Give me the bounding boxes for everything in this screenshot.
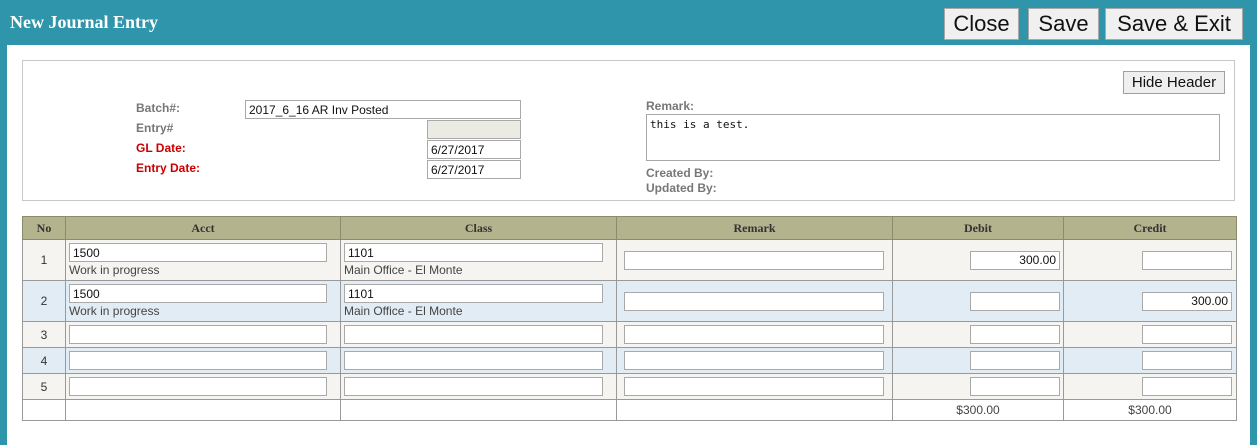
acct-cell <box>65 321 341 348</box>
credit-cell <box>1063 373 1237 400</box>
column-header-credit: Credit <box>1063 216 1237 240</box>
acct-description: Work in progress <box>69 304 160 318</box>
acct-input[interactable] <box>69 325 327 344</box>
column-header-class: Class <box>340 216 617 240</box>
class-input[interactable] <box>344 243 603 262</box>
debit-input[interactable] <box>970 325 1060 344</box>
class-input[interactable] <box>344 284 603 303</box>
line-remark-input[interactable] <box>624 351 884 370</box>
totals-spacer <box>65 399 341 421</box>
save-exit-button[interactable]: Save & Exit <box>1105 8 1243 40</box>
acct-cell: Work in progress <box>65 280 341 322</box>
debit-cell <box>892 347 1064 374</box>
remark-cell <box>616 280 893 322</box>
remark-cell <box>616 239 893 281</box>
page-title: New Journal Entry <box>10 12 158 32</box>
entry-date-input[interactable] <box>427 160 521 179</box>
credit-input[interactable] <box>1142 377 1232 396</box>
acct-cell: Work in progress <box>65 239 341 281</box>
table-row: 3 <box>22 321 1237 348</box>
created-by-label: Created By: <box>646 166 714 180</box>
line-remark-input[interactable] <box>624 377 884 396</box>
column-header-debit: Debit <box>892 216 1064 240</box>
totals-row: $300.00 $300.00 <box>22 399 1237 421</box>
column-header-acct: Acct <box>65 216 341 240</box>
row-number: 1 <box>22 239 66 281</box>
debit-input[interactable] <box>970 291 1060 311</box>
class-cell: Main Office - El Monte <box>340 239 617 281</box>
debit-cell <box>892 280 1064 322</box>
column-header-remark: Remark <box>616 216 893 240</box>
total-debit: $300.00 <box>892 399 1064 421</box>
class-input[interactable] <box>344 351 603 370</box>
debit-input[interactable] <box>970 351 1060 370</box>
credit-cell <box>1063 321 1237 348</box>
gl-date-label: GL Date: <box>136 141 186 155</box>
line-remark-input[interactable] <box>624 250 884 270</box>
row-number: 4 <box>22 347 66 374</box>
table-row: 5 <box>22 373 1237 400</box>
acct-input[interactable] <box>69 351 327 370</box>
credit-input[interactable] <box>1142 325 1232 344</box>
line-remark-input[interactable] <box>624 291 884 311</box>
debit-cell <box>892 239 1064 281</box>
entry-label: Entry# <box>136 121 174 135</box>
acct-input[interactable] <box>69 377 327 396</box>
table-row: 1 Work in progress Main Office - El Mont… <box>22 239 1237 281</box>
class-description: Main Office - El Monte <box>344 263 463 277</box>
entry-date-label: Entry Date: <box>136 161 201 175</box>
class-cell: Main Office - El Monte <box>340 280 617 322</box>
credit-cell <box>1063 239 1237 281</box>
acct-cell <box>65 347 341 374</box>
totals-spacer <box>340 399 617 421</box>
hide-header-button[interactable]: Hide Header <box>1123 71 1225 94</box>
remark-cell <box>616 373 893 400</box>
row-number: 2 <box>22 280 66 322</box>
class-cell <box>340 347 617 374</box>
batch-input[interactable] <box>245 100 521 119</box>
acct-input[interactable] <box>69 284 327 303</box>
column-header-no: No <box>22 216 66 240</box>
table-header-row: No Acct Class Remark Debit Credit <box>22 216 1237 240</box>
title-bar: New Journal Entry Close Save Save & Exit <box>0 0 1257 45</box>
class-input[interactable] <box>344 377 603 396</box>
credit-cell <box>1063 347 1237 374</box>
totals-spacer <box>616 399 893 421</box>
class-cell <box>340 321 617 348</box>
credit-cell <box>1063 280 1237 322</box>
table-row: 4 <box>22 347 1237 374</box>
line-remark-input[interactable] <box>624 325 884 344</box>
credit-input[interactable] <box>1142 250 1232 270</box>
remark-label: Remark: <box>646 99 695 113</box>
batch-label: Batch#: <box>136 101 181 115</box>
acct-description: Work in progress <box>69 263 160 277</box>
debit-cell <box>892 373 1064 400</box>
credit-input[interactable] <box>1142 291 1232 311</box>
debit-input[interactable] <box>970 377 1060 396</box>
class-input[interactable] <box>344 325 603 344</box>
save-button[interactable]: Save <box>1028 8 1099 40</box>
class-description: Main Office - El Monte <box>344 304 463 318</box>
acct-input[interactable] <box>69 243 327 262</box>
remark-textarea[interactable]: this is a test. <box>646 114 1220 161</box>
table-row: 2 Work in progress Main Office - El Mont… <box>22 280 1237 322</box>
totals-spacer <box>22 399 66 421</box>
total-credit: $300.00 <box>1063 399 1237 421</box>
gl-date-input[interactable] <box>427 140 521 159</box>
remark-cell <box>616 321 893 348</box>
debit-cell <box>892 321 1064 348</box>
row-number: 5 <box>22 373 66 400</box>
row-number: 3 <box>22 321 66 348</box>
updated-by-label: Updated By: <box>646 181 717 195</box>
credit-input[interactable] <box>1142 351 1232 370</box>
close-button[interactable]: Close <box>944 8 1019 40</box>
debit-input[interactable] <box>970 250 1060 270</box>
acct-cell <box>65 373 341 400</box>
class-cell <box>340 373 617 400</box>
remark-cell <box>616 347 893 374</box>
journal-lines-table: No Acct Class Remark Debit Credit 1 Work… <box>22 216 1237 421</box>
entry-number-field <box>427 120 521 139</box>
